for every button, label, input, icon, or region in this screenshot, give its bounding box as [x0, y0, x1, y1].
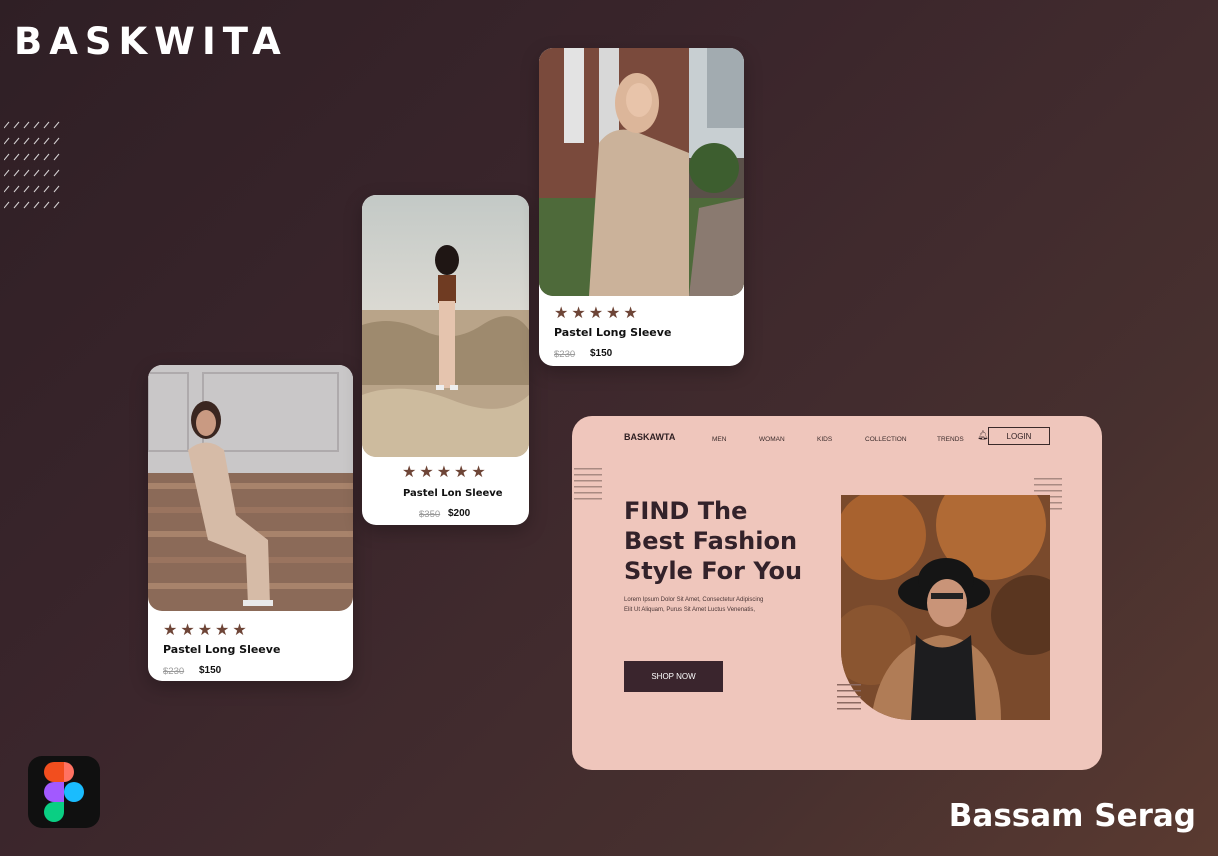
hero-image — [841, 495, 1050, 720]
price: $200 — [448, 508, 471, 519]
star-icon: ★ — [554, 303, 569, 322]
star-icon: ★ — [197, 620, 213, 639]
brand-logo: BASKWITA — [14, 20, 288, 63]
star-icon: ★ — [215, 620, 230, 639]
star-icon: ★ — [588, 303, 604, 322]
figma-icon — [28, 756, 100, 828]
nav-trends[interactable]: TRENDS — [937, 436, 964, 443]
rating-stars: ★ ★ ★ ★ ★ — [402, 464, 486, 480]
hero-description: Lorem Ipsum Dolor Sit Amet, Consectetur … — [624, 597, 764, 613]
product-image — [148, 365, 353, 611]
star-icon: ★ — [402, 462, 417, 481]
product-name: Pastel Long Sleeve — [554, 326, 672, 339]
shop-now-button[interactable]: SHOP NOW — [624, 661, 723, 692]
product-card[interactable]: ★ ★ ★ ★ ★ Pastel Long Sleeve $230 $150 — [539, 48, 744, 366]
price: $150 — [590, 348, 613, 359]
dots-decoration — [837, 684, 861, 710]
hero-title: FIND The Best Fashion Style For You — [624, 497, 803, 585]
star-icon: ★ — [419, 462, 434, 481]
nav-kids[interactable]: KIDS — [817, 436, 832, 443]
star-icon: ★ — [232, 620, 247, 639]
product-name: Pastel Long Sleeve — [163, 643, 281, 656]
star-icon: ★ — [163, 620, 178, 639]
site-logo[interactable]: BASKAWTA — [624, 432, 675, 442]
product-image — [362, 195, 529, 457]
rating-stars: ★ ★ ★ ★ ★ — [163, 622, 247, 638]
star-icon: ★ — [471, 462, 486, 481]
star-icon: ★ — [623, 303, 638, 322]
product-card[interactable]: ★ ★ ★ ★ ★ Pastel Long Sleeve $230 $150 — [148, 365, 353, 681]
website-mockup: BASKAWTA MEN WOMAN KIDS COLLECTION TREND… — [572, 416, 1102, 770]
star-icon: ★ — [454, 462, 469, 481]
star-icon: ★ — [180, 620, 195, 639]
old-price: $230 — [163, 666, 185, 677]
bell-icon[interactable]: 🔔︎ — [977, 430, 988, 441]
old-price: $350 — [419, 509, 441, 520]
nav-men[interactable]: MEN — [712, 436, 726, 443]
rating-stars: ★ ★ ★ ★ ★ — [554, 305, 638, 321]
nav-collection[interactable]: COLLECTION — [865, 436, 907, 443]
hatch-decoration — [4, 121, 60, 209]
product-name: Pastel Lon Sleeve — [403, 488, 503, 499]
dots-decoration — [574, 468, 602, 500]
nav-woman[interactable]: WOMAN — [759, 436, 785, 443]
product-image — [539, 48, 744, 296]
star-icon: ★ — [606, 303, 621, 322]
star-icon: ★ — [436, 462, 452, 481]
login-button[interactable]: LOGIN — [988, 427, 1050, 445]
author-name: Bassam Serag — [948, 798, 1196, 834]
old-price: $230 — [554, 349, 576, 360]
product-card[interactable]: ★ ★ ★ ★ ★ Pastel Lon Sleeve $350 $200 — [362, 195, 529, 525]
star-icon: ★ — [571, 303, 586, 322]
price: $150 — [199, 665, 222, 676]
